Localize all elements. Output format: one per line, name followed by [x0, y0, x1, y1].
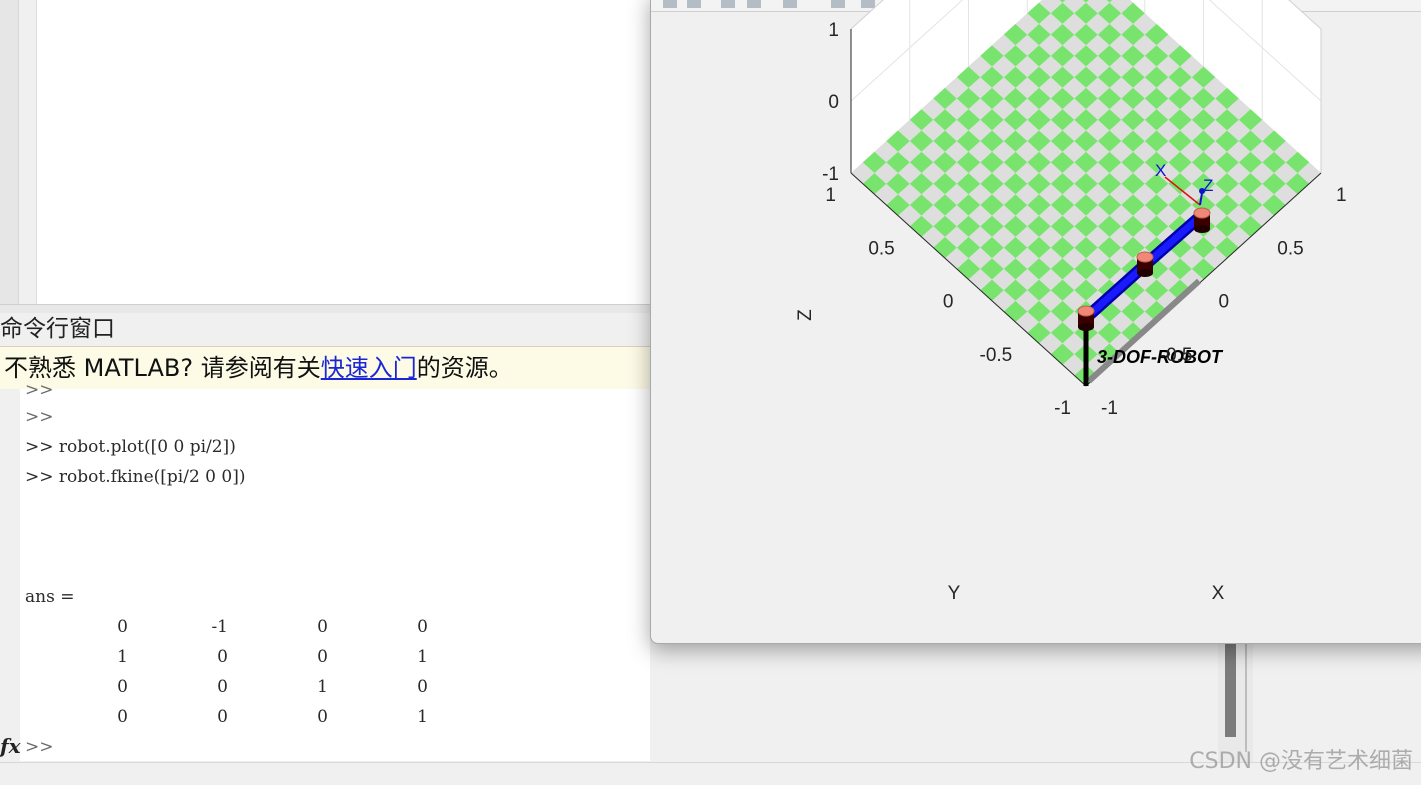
matrix-cell: 1: [117, 647, 128, 667]
history-line: >> robot.fkine([pi/2 0 0]): [25, 467, 246, 487]
notice-prefix: 不熟悉 MATLAB? 请参阅有关: [4, 354, 321, 382]
z-axis-label: Z: [795, 309, 816, 321]
command-window-gutter: [0, 389, 20, 761]
y-tick-label: 0: [943, 292, 954, 313]
x-tick-label: 0: [1219, 292, 1230, 313]
history-line: >> robot.plot([0 0 pi/2]): [25, 437, 236, 457]
robot-joint-3: [1193, 207, 1211, 219]
watermark-text: CSDN @没有艺术细菌: [1189, 749, 1413, 774]
y-tick-label: 1: [825, 185, 836, 206]
scrollbar-track: [1245, 642, 1247, 752]
fx-icon[interactable]: fx: [0, 734, 21, 758]
quick-start-link[interactable]: 快速入门: [321, 354, 417, 382]
z-tick-label: 1: [828, 20, 839, 41]
y-tick-label: -0.5: [980, 345, 1013, 366]
history-line: >>: [25, 380, 54, 400]
x-tick-label: 1: [1336, 185, 1347, 206]
robot-plot-axes[interactable]: XZ3-DOF-ROBOT 10-110.50-0.5-110.50-0.5-1…: [651, 0, 1421, 643]
robot-joint-2: [1137, 269, 1153, 277]
matrix-cell: 0: [117, 617, 128, 637]
figure-window[interactable]: X Z 3-DOF-ROBOT 1 0 -1 1 0.5 0 -0.5 -1 1 0.5 0 -0.5 -1…: [650, 0, 1421, 644]
matrix-cell: 0: [217, 647, 228, 667]
x-tick-label: -0.5: [1160, 345, 1193, 366]
matrix-cell: 0: [417, 617, 428, 637]
matrix-cell: -1: [211, 617, 228, 637]
command-window-title: 命令行窗口: [0, 313, 650, 346]
y-tick-label: 0.5: [868, 238, 894, 259]
command-prompt[interactable]: >>: [25, 737, 54, 757]
scrollbar-thumb[interactable]: [1225, 642, 1236, 737]
matrix-cell: 0: [217, 707, 228, 727]
z-tick-label: -1: [822, 164, 839, 185]
y-axis-label: Y: [948, 583, 961, 604]
editor-gutter: [0, 0, 19, 304]
command-window[interactable]: >> >> >> robot.plot([0 0 pi/2]) >> robot…: [20, 380, 650, 761]
x-tick-label: -1: [1101, 398, 1118, 419]
matrix-cell: 0: [317, 647, 328, 667]
matrix-cell: 1: [317, 677, 328, 697]
matrix-cell: 1: [417, 707, 428, 727]
frame-z-label: Z: [1203, 176, 1213, 195]
matrix-cell: 0: [117, 707, 128, 727]
ans-label: ans =: [25, 587, 75, 607]
matrix-cell: 0: [317, 617, 328, 637]
editor-area[interactable]: [36, 0, 651, 304]
matrix-cell: 0: [117, 677, 128, 697]
matrix-cell: 0: [217, 677, 228, 697]
robot-joint-2: [1136, 251, 1154, 263]
robot-joint-1: [1078, 323, 1094, 331]
matrix-cell: 0: [417, 677, 428, 697]
matrix-cell: 1: [417, 647, 428, 667]
z-tick-label: 0: [828, 92, 839, 113]
matrix-cell: 0: [317, 707, 328, 727]
robot-joint-3: [1194, 225, 1210, 233]
y-tick-label: -1: [1054, 398, 1071, 419]
robot-joint-1: [1077, 305, 1095, 317]
x-tick-label: 0.5: [1277, 238, 1303, 259]
editor-panel: [0, 0, 651, 304]
history-line: >>: [25, 407, 54, 427]
notice-suffix: 的资源。: [416, 354, 513, 382]
getting-started-notice: 不熟悉 MATLAB? 请参阅有关快速入门的资源。: [0, 346, 650, 390]
frame-x-label: X: [1155, 161, 1166, 180]
x-axis-label: X: [1212, 583, 1225, 604]
